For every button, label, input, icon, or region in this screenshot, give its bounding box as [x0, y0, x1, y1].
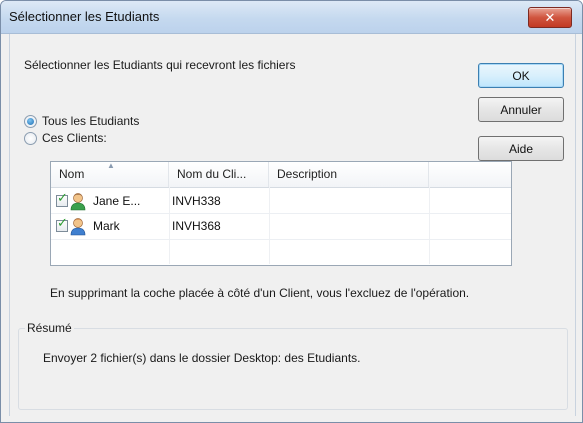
column-header-description[interactable]: Description [269, 162, 429, 187]
radio-unselected-icon [24, 131, 37, 145]
dialog-window: Sélectionner les Etudiants ✕ Sélectionne… [0, 0, 583, 423]
row-client-name: INVH338 [172, 194, 221, 208]
radio-all-students-label: Tous les Etudiants [42, 114, 140, 128]
student-avatar-icon [70, 193, 86, 211]
row-name: Jane E... [93, 194, 141, 208]
row-divider [51, 239, 511, 240]
hint-text: En supprimant la coche placée à côté d'u… [50, 286, 470, 300]
radio-these-clients[interactable]: Ces Clients: [24, 131, 107, 145]
column-header-empty [429, 162, 511, 187]
cancel-button[interactable]: Annuler [478, 97, 564, 122]
column-header-name[interactable]: Nom ▲ [51, 162, 169, 187]
sort-ascending-icon: ▲ [107, 161, 115, 170]
row-description [277, 189, 427, 214]
window-title: Sélectionner les Etudiants [9, 9, 160, 24]
row-checkbox-checked-icon[interactable] [56, 190, 68, 207]
clients-list[interactable]: Nom ▲ Nom du Cli... Description Jane E..… [50, 161, 512, 266]
column-header-client-name[interactable]: Nom du Cli... [169, 162, 269, 187]
dialog-body: Sélectionner les Etudiants qui recevront… [9, 34, 576, 416]
row-description [277, 214, 427, 239]
radio-all-students[interactable]: Tous les Etudiants [24, 114, 139, 128]
row-client-name: INVH368 [172, 219, 221, 233]
list-row[interactable]: Jane E... INVH338 [51, 189, 511, 214]
summary-text: Envoyer 2 fichier(s) dans le dossier Des… [43, 351, 361, 365]
radio-these-clients-label: Ces Clients: [42, 131, 107, 145]
column-header-name-label: Nom [59, 167, 85, 181]
row-checkbox-checked-icon[interactable] [56, 215, 68, 232]
instruction-text: Sélectionner les Etudiants qui recevront… [24, 58, 296, 72]
list-row[interactable]: Mark INVH368 [51, 214, 511, 239]
student-avatar-icon [70, 218, 86, 236]
list-header: Nom ▲ Nom du Cli... Description [51, 162, 511, 188]
summary-group: Résumé Envoyer 2 fichier(s) dans le doss… [18, 321, 568, 410]
close-icon: ✕ [544, 9, 556, 25]
close-button[interactable]: ✕ [528, 7, 572, 28]
ok-button[interactable]: OK [478, 63, 564, 88]
title-bar: Sélectionner les Etudiants ✕ [1, 1, 582, 34]
row-name: Mark [93, 219, 120, 233]
radio-selected-icon [24, 114, 37, 128]
help-button[interactable]: Aide [478, 136, 564, 161]
summary-label: Résumé [25, 321, 74, 335]
